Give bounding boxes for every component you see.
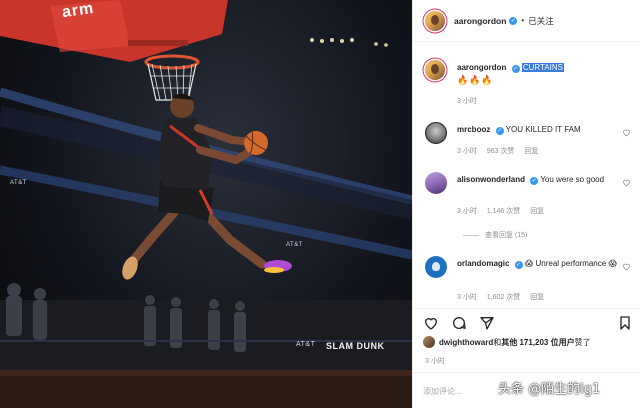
heart-icon[interactable] [622, 178, 631, 187]
scream-emoji: 😱 [608, 259, 617, 268]
caption-username[interactable]: aarongordon [457, 63, 506, 72]
comment-time: 3 小时 [457, 294, 477, 301]
likes-connector: 和 [493, 337, 502, 347]
arena-banner-text: AT&T [296, 341, 316, 348]
avatar[interactable] [423, 336, 435, 348]
heart-icon[interactable] [423, 315, 439, 331]
fire-emoji: 🔥🔥🔥 [457, 75, 494, 85]
verified-badge-icon: ✓ [511, 65, 520, 73]
comment-likes[interactable]: 963 次赞 [487, 148, 515, 155]
verified-badge-icon: ✓ [530, 177, 539, 185]
arena-banner-text: AT&T [286, 242, 303, 248]
separator-dot: • [521, 16, 525, 25]
liker-username[interactable]: dwighthoward [439, 338, 493, 347]
reply-button[interactable]: 回复 [530, 294, 544, 301]
verified-badge-icon: ✓ [509, 16, 518, 25]
avatar[interactable] [425, 172, 447, 194]
likes-count-button[interactable]: 其他 171,203 位用户 [501, 337, 574, 348]
caption-text: CURTAINS [521, 63, 564, 72]
comment-text: YOU KILLED IT FAM [505, 125, 581, 134]
heart-icon[interactable] [622, 262, 631, 271]
avatar[interactable] [425, 122, 447, 144]
action-bar [413, 308, 640, 332]
post-timestamp: 3 小时 [425, 358, 445, 365]
share-icon[interactable] [479, 315, 495, 331]
bookmark-icon[interactable] [617, 315, 633, 331]
arena-banner-text: AT&T [10, 180, 27, 186]
verified-badge-icon: ✓ [495, 127, 504, 135]
header-username[interactable]: aarongordon [454, 16, 506, 26]
comment-time: 3 小时 [457, 148, 477, 155]
comment-username[interactable]: alisonwonderland [457, 175, 525, 184]
comment-time: 3 小时 [457, 208, 477, 215]
avatar[interactable] [425, 256, 447, 278]
reply-button[interactable]: 回复 [524, 148, 538, 155]
likes-suffix: 赞了 [574, 337, 591, 347]
scream-emoji: 😱 [524, 259, 534, 268]
follow-status-button[interactable]: 已关注 [528, 15, 554, 27]
likes-summary: dwighthoward 和 其他 171,203 位用户 赞了 [423, 336, 591, 348]
verified-badge-icon: ✓ [514, 261, 523, 269]
reply-button[interactable]: 回复 [530, 208, 544, 215]
comment-text: Unreal performance [535, 259, 607, 268]
view-replies-button[interactable]: 查看回复 (15) [463, 230, 527, 240]
caption-time: 3 小时 [457, 98, 477, 105]
comment-likes[interactable]: 1,602 次赞 [487, 294, 520, 301]
heart-icon[interactable] [622, 128, 631, 137]
slam-dunk-sign: SLAM DUNK [326, 341, 385, 351]
post-photo[interactable]: arm AT&T AT&T AT&T SLAM DUNK [0, 0, 412, 408]
comment-icon[interactable] [451, 315, 467, 331]
comment-username[interactable]: mrcbooz [457, 125, 490, 134]
avatar[interactable] [425, 10, 445, 31]
post-side-panel: aarongordon ✓ • 已关注 aarongordon ✓ CURTAI… [412, 0, 640, 408]
comment-text: You were so good [540, 175, 605, 184]
post-header: aarongordon ✓ • 已关注 [413, 0, 640, 42]
comment-username[interactable]: orlandomagic [457, 259, 509, 268]
avatar[interactable] [425, 60, 445, 80]
watermark-text: 头条 @陌生的lg1 [498, 382, 601, 397]
comment-likes[interactable]: 1,146 次赞 [487, 208, 520, 215]
